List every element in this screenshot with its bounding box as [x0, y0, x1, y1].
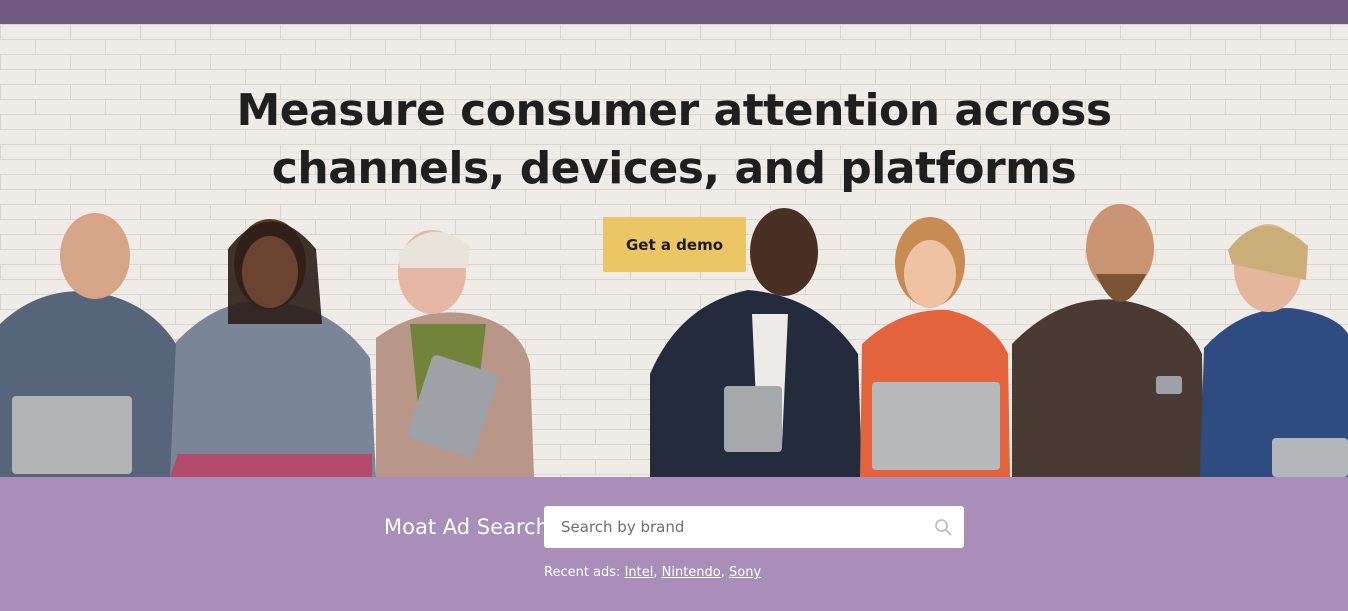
recent-ad-link-intel[interactable]: Intel	[625, 565, 654, 580]
ad-search-label: Moat Ad Search	[384, 515, 549, 539]
recent-ad-link-nintendo[interactable]: Nintendo	[662, 565, 721, 580]
comma-separator: ,	[653, 565, 662, 580]
search-icon[interactable]	[934, 518, 952, 536]
recent-ads: Recent ads: Intel, Nintendo, Sony	[544, 565, 761, 580]
hero-headline: Measure consumer attention across channe…	[0, 82, 1348, 198]
recent-ads-label: Recent ads:	[544, 565, 621, 580]
hero-banner: Measure consumer attention across channe…	[0, 24, 1348, 477]
recent-ad-link-sony[interactable]: Sony	[729, 565, 761, 580]
ad-search-section: Moat Ad Search Recent ads: Intel, Ninten…	[0, 477, 1348, 611]
hero-headline-line-2: channels, devices, and platforms	[271, 143, 1077, 194]
top-bar	[0, 0, 1348, 24]
hero-headline-line-1: Measure consumer attention across	[236, 85, 1112, 136]
comma-separator: ,	[720, 565, 730, 580]
brand-search-input[interactable]	[544, 506, 924, 548]
get-a-demo-button[interactable]: Get a demo	[603, 217, 746, 272]
search-box[interactable]	[544, 506, 964, 548]
